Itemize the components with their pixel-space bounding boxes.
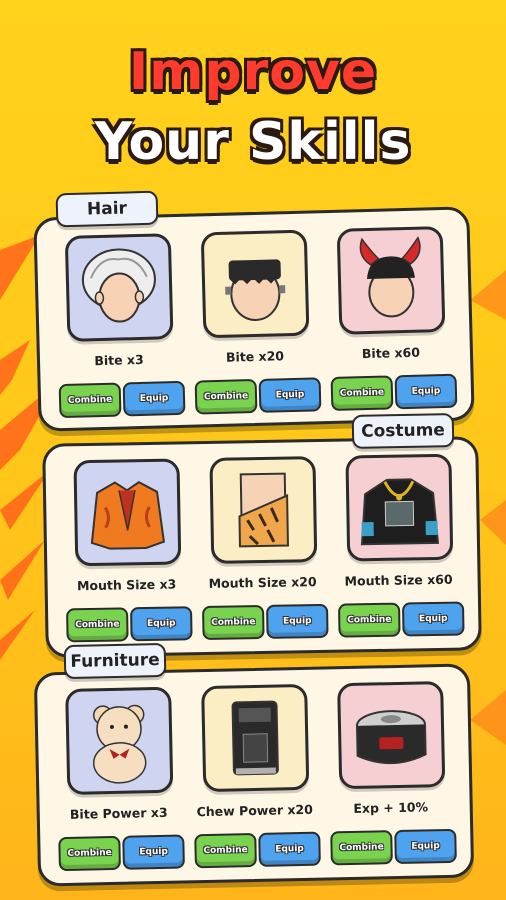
item-caption: Chew Power x20 bbox=[196, 801, 313, 820]
teddy-bear-icon bbox=[65, 686, 174, 795]
hair-item-3[interactable]: Bite x60 Combine Equip bbox=[323, 226, 458, 419]
costume-panel: Mouth Size x3 Combine Equip Mouth Size x… bbox=[42, 436, 482, 658]
combine-button[interactable]: Combine bbox=[58, 382, 122, 419]
tiger-caveman-outfit-icon bbox=[209, 456, 318, 564]
furniture-item-2[interactable]: Chew Power x20 Combine Equip bbox=[187, 683, 321, 877]
furniture-item-3[interactable]: Exp + 10% Combine Equip bbox=[323, 681, 457, 874]
combine-button[interactable]: Combine bbox=[330, 830, 393, 866]
black-robe-chain-icon bbox=[345, 453, 454, 562]
item-caption: Bite x20 bbox=[225, 348, 285, 365]
furniture-panel: Bite Power x3 Combine Equip Chew Power x… bbox=[33, 663, 475, 887]
costume-item-3[interactable]: Mouth Size x60 Combine Equip bbox=[331, 453, 465, 646]
tab-furniture[interactable]: Furniture bbox=[63, 642, 167, 680]
orange-jacket-icon bbox=[73, 458, 182, 567]
combine-button[interactable]: Combine bbox=[338, 602, 401, 638]
equip-button[interactable]: Equip bbox=[266, 603, 329, 639]
combine-button[interactable]: Combine bbox=[194, 832, 257, 869]
equip-button[interactable]: Equip bbox=[394, 373, 458, 410]
combine-button[interactable]: Combine bbox=[330, 375, 394, 412]
equip-button[interactable]: Equip bbox=[394, 828, 457, 865]
coffee-machine-icon bbox=[201, 683, 310, 793]
equip-button[interactable]: Equip bbox=[258, 831, 321, 867]
combine-button[interactable]: Combine bbox=[66, 607, 129, 643]
rice-cooker-icon bbox=[337, 681, 446, 790]
equip-button[interactable]: Equip bbox=[258, 377, 322, 413]
item-caption: Mouth Size x60 bbox=[344, 571, 453, 589]
frankenstein-hair-icon bbox=[200, 229, 310, 339]
hair-item-1[interactable]: Bite x3 Combine Equip bbox=[51, 233, 186, 426]
furniture-item-1[interactable]: Bite Power x3 Combine Equip bbox=[51, 686, 185, 880]
combine-button[interactable]: Combine bbox=[58, 835, 121, 872]
combine-button[interactable]: Combine bbox=[202, 604, 265, 641]
devil-horns-hair-icon bbox=[336, 226, 446, 335]
costume-item-1[interactable]: Mouth Size x3 Combine Equip bbox=[59, 458, 193, 650]
item-caption: Bite Power x3 bbox=[69, 804, 168, 822]
equip-button[interactable]: Equip bbox=[122, 380, 186, 417]
item-caption: Bite x3 bbox=[94, 351, 144, 369]
equip-button[interactable]: Equip bbox=[130, 606, 193, 642]
headline-improve: Improve bbox=[128, 42, 378, 102]
white-hair-icon bbox=[64, 233, 174, 342]
tab-hair[interactable]: Hair bbox=[55, 190, 159, 228]
item-caption: Exp + 10% bbox=[353, 799, 429, 816]
item-caption: Mouth Size x20 bbox=[208, 574, 317, 591]
hair-panel: Bite x3 Combine Equip Bite x20 Combine E… bbox=[33, 206, 475, 432]
costume-item-2[interactable]: Mouth Size x20 Combine Equip bbox=[195, 456, 329, 648]
item-caption: Mouth Size x3 bbox=[76, 576, 177, 594]
hair-item-2[interactable]: Bite x20 Combine Equip bbox=[187, 229, 322, 422]
item-caption: Bite x60 bbox=[361, 344, 421, 362]
headline-your-skills: Your Skills bbox=[94, 112, 412, 172]
equip-button[interactable]: Equip bbox=[122, 834, 185, 870]
equip-button[interactable]: Equip bbox=[401, 601, 465, 637]
tab-costume[interactable]: Costume bbox=[351, 413, 455, 449]
combine-button[interactable]: Combine bbox=[194, 378, 258, 415]
